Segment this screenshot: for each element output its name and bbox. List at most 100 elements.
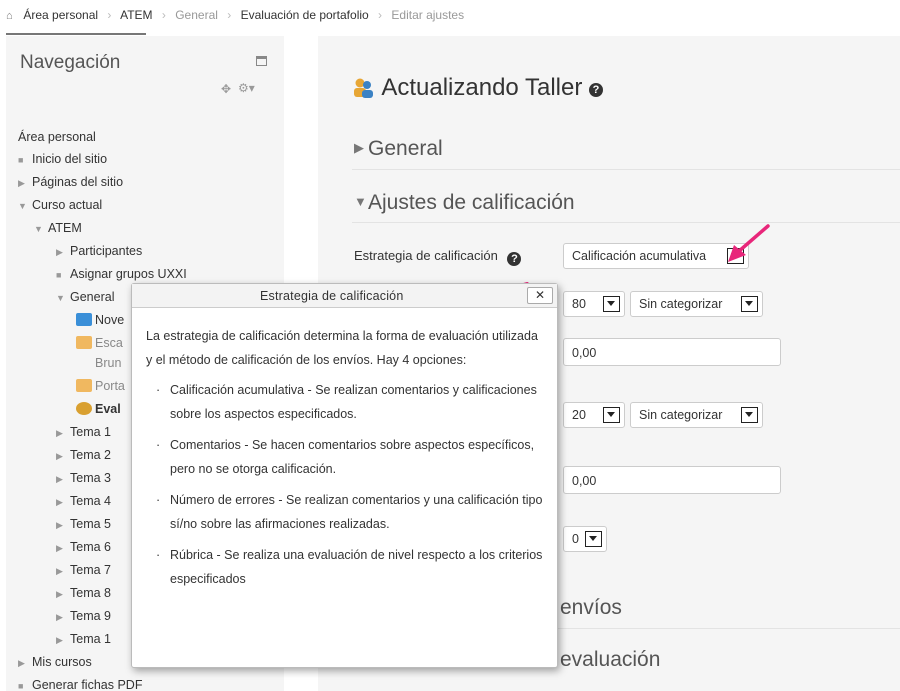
- forum-icon: [76, 313, 92, 326]
- highlight-arrow-icon: [728, 224, 770, 262]
- chevron-down-icon: [603, 296, 620, 312]
- breadcrumb-underline: [6, 33, 146, 35]
- section-envios-label: envíos: [560, 596, 622, 619]
- breadcrumb-item-area-personal[interactable]: Área personal: [23, 8, 98, 22]
- section-divider: [352, 169, 900, 170]
- workshop-icon: [76, 402, 92, 415]
- move-icon[interactable]: ✥: [221, 82, 231, 96]
- nav-label: Tema 5: [70, 517, 111, 531]
- expand-arrow-icon: ▶: [56, 497, 63, 507]
- list-item: · Número de errores - Se realizan comenta…: [156, 493, 543, 531]
- nav-label: Área personal: [18, 130, 96, 144]
- nav-item-evaluacion[interactable]: Eval: [76, 400, 121, 418]
- expand-arrow-icon: ▶: [354, 140, 364, 155]
- collapse-arrow-icon: ▼: [34, 224, 43, 234]
- grade-submission-select[interactable]: 80: [563, 291, 625, 317]
- nav-label: Inicio del sitio: [32, 152, 108, 166]
- breadcrumb-item-general[interactable]: General: [175, 8, 218, 22]
- nav-label: Tema 6: [70, 540, 111, 554]
- nav-item-novedades[interactable]: Nove: [76, 311, 124, 329]
- expand-arrow-icon: ▶: [56, 635, 63, 645]
- nav-item-atem[interactable]: ▼ ATEM: [34, 219, 82, 237]
- popup-options-list: · Calificación acumulativa - Se realizan …: [146, 378, 546, 591]
- nav-label: ATEM: [48, 221, 82, 235]
- assessment-pass-grade-input[interactable]: 0,00: [563, 466, 781, 494]
- nav-item-tema1[interactable]: ▶ Tema 1: [56, 423, 111, 441]
- nav-item-tema2[interactable]: ▶ Tema 2: [56, 446, 111, 464]
- submission-category-select[interactable]: Sin categorizar: [630, 291, 763, 317]
- navigation-title: Navegación: [20, 52, 121, 73]
- nav-item-escala[interactable]: Esca: [76, 334, 123, 352]
- section-divider: [352, 222, 900, 223]
- nav-item-tema10[interactable]: ▶ Tema 1: [56, 630, 111, 648]
- section-general[interactable]: ▶ General: [354, 137, 443, 161]
- nav-item-escala-cont: Brun: [95, 354, 121, 372]
- nav-label: Tema 7: [70, 563, 111, 577]
- decimal-places-select[interactable]: 0: [563, 526, 607, 552]
- assessment-category-select[interactable]: Sin categorizar: [630, 402, 763, 428]
- expand-arrow-icon: ▶: [56, 520, 63, 530]
- help-icon[interactable]: ?: [589, 83, 604, 97]
- breadcrumb-separator: ›: [378, 8, 383, 22]
- breadcrumb-separator: ›: [107, 8, 112, 22]
- nav-item-curso-actual[interactable]: ▼ Curso actual: [18, 196, 102, 214]
- expand-arrow-icon: ▶: [56, 428, 63, 438]
- expand-arrow-icon: ▶: [56, 543, 63, 553]
- nav-item-tema9[interactable]: ▶ Tema 9: [56, 607, 111, 625]
- nav-label: Porta: [95, 379, 125, 393]
- nav-label: General: [70, 290, 115, 304]
- nav-item-generar-fichas[interactable]: ■ Generar fichas PDF: [18, 676, 142, 691]
- nav-item-paginas[interactable]: ▶ Páginas del sitio: [18, 173, 123, 191]
- nav-item-asignar-grupos[interactable]: ■ Asignar grupos UXXI: [56, 265, 187, 283]
- help-icon[interactable]: ?: [507, 252, 522, 266]
- nav-item-tema3[interactable]: ▶ Tema 3: [56, 469, 111, 487]
- grade-assessment-select[interactable]: 20: [563, 402, 625, 428]
- gear-icon[interactable]: ⚙▾: [238, 81, 255, 95]
- decimal-places-value: 0: [572, 532, 579, 546]
- list-item: · Rúbrica - Se realiza una evaluación de …: [156, 548, 543, 586]
- page-title-text: Actualizando Taller: [381, 74, 583, 101]
- option-text: Comentarios - Se hacen comentarios sobre…: [170, 438, 535, 476]
- breadcrumb-item-evaluacion[interactable]: Evaluación de portafolio: [241, 8, 369, 22]
- breadcrumb-separator: ›: [161, 8, 166, 22]
- grade-submission-value: 80: [572, 297, 586, 311]
- submission-pass-grade-input[interactable]: 0,00: [563, 338, 781, 366]
- list-item: · Comentarios - Se hacen comentarios sobr…: [156, 438, 535, 476]
- nav-label: Esca: [95, 336, 123, 350]
- collapse-arrow-icon: ▼: [18, 201, 27, 211]
- nav-item-inicio[interactable]: ■ Inicio del sitio: [18, 150, 107, 168]
- section-envios[interactable]: envíos: [560, 596, 622, 620]
- section-grading[interactable]: ▼Ajustes de calificación: [354, 191, 575, 215]
- nav-item-general[interactable]: ▼ General: [56, 288, 114, 306]
- nav-item-tema6[interactable]: ▶ Tema 6: [56, 538, 111, 556]
- breadcrumb-separator: ›: [227, 8, 232, 22]
- home-icon: ⌂: [6, 10, 13, 22]
- nav-label: Asignar grupos UXXI: [70, 267, 187, 281]
- assignment-icon: [76, 379, 92, 392]
- option-text: Número de errores - Se realizan comentar…: [170, 493, 543, 531]
- section-evaluacion[interactable]: evaluación: [560, 648, 660, 672]
- nav-item-portafolio[interactable]: Porta: [76, 377, 125, 395]
- nav-item-area-personal[interactable]: Área personal: [18, 128, 96, 146]
- collapse-block-icon[interactable]: [256, 56, 267, 66]
- breadcrumb-item-atem[interactable]: ATEM: [120, 8, 152, 22]
- grading-strategy-value: Calificación acumulativa: [572, 249, 707, 263]
- grading-strategy-label-text: Estrategia de calificación: [354, 248, 498, 263]
- close-icon[interactable]: ✕: [527, 287, 553, 304]
- nav-item-tema4[interactable]: ▶ Tema 4: [56, 492, 111, 510]
- nav-item-tema5[interactable]: ▶ Tema 5: [56, 515, 111, 533]
- nav-label: Participantes: [70, 244, 143, 258]
- nav-item-tema8[interactable]: ▶ Tema 8: [56, 584, 111, 602]
- nav-item-mis-cursos[interactable]: ▶ Mis cursos: [18, 653, 92, 671]
- bullet-icon: ■: [56, 270, 62, 280]
- expand-arrow-icon: ▶: [56, 474, 63, 484]
- nav-label: Curso actual: [32, 198, 103, 212]
- nav-label: Páginas del sitio: [32, 175, 124, 189]
- nav-item-tema7[interactable]: ▶ Tema 7: [56, 561, 111, 579]
- nav-label: Tema 2: [70, 448, 111, 462]
- nav-item-participantes[interactable]: ▶ Participantes: [56, 242, 142, 260]
- page: ⌂ Área personal › ATEM › General › Evalu…: [0, 0, 900, 691]
- expand-arrow-icon: ▶: [56, 566, 63, 576]
- nav-label: Tema 9: [70, 609, 111, 623]
- chevron-down-icon: [603, 407, 620, 423]
